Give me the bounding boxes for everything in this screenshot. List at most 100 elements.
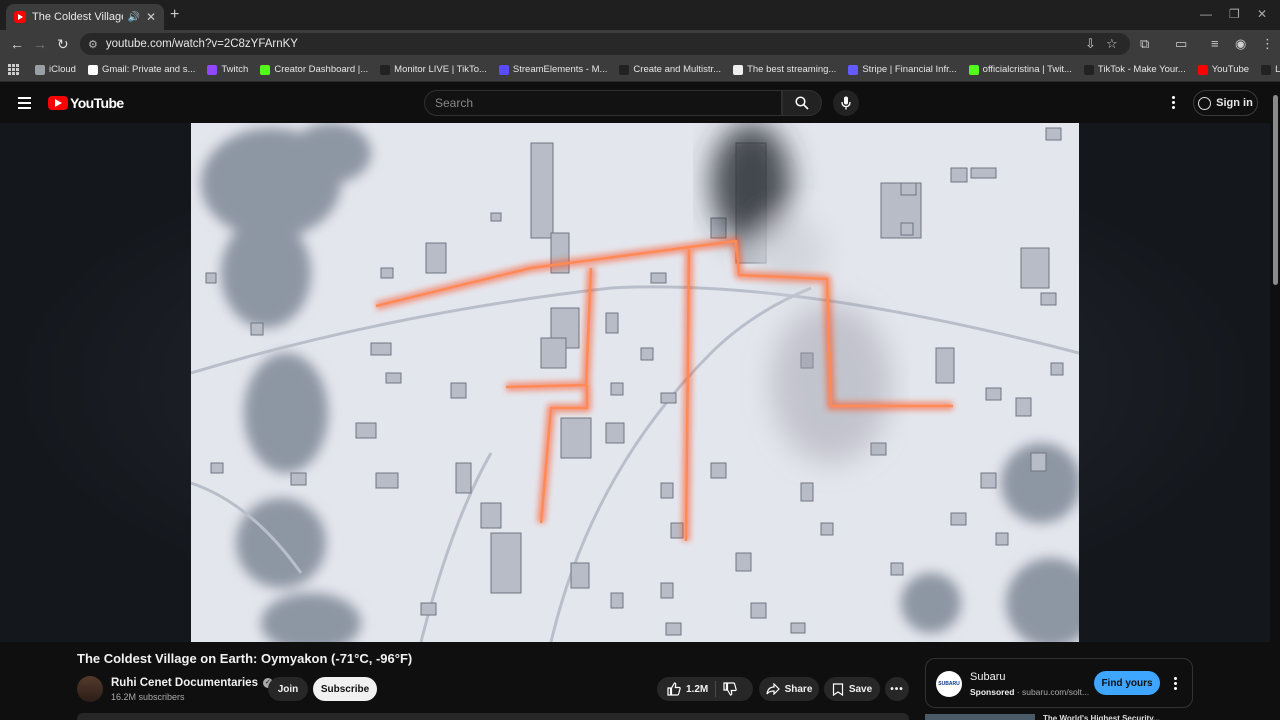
house-roof [205, 272, 217, 284]
house-roof [650, 272, 667, 284]
forward-icon[interactable]: → [33, 36, 47, 52]
reload-icon[interactable]: ↻ [57, 36, 69, 53]
back-icon[interactable]: ← [10, 36, 24, 52]
house-roof [560, 417, 592, 459]
advertiser-domain: · subaru.com/solt... [1016, 687, 1090, 697]
bookmark-item[interactable]: Create and Multistr... [619, 64, 721, 75]
search-button[interactable] [782, 90, 822, 116]
bookmarks-bar: iCloud Gmail: Private and s... Twitch Creat… [0, 58, 1280, 82]
sponsored-ad-card[interactable]: SUBARU Subaru Sponsored · subaru.com/sol… [925, 658, 1193, 708]
house-roof [385, 372, 402, 384]
channel-avatar[interactable] [77, 676, 103, 702]
bookmark-label: TikTok - Make Your... [1097, 64, 1186, 75]
youtube-favicon-icon [14, 11, 26, 23]
share-label: Share [784, 683, 813, 695]
ad-menu-kebab-icon[interactable] [1174, 677, 1177, 692]
bookmark-star-icon[interactable]: ☆ [1106, 36, 1118, 52]
house-roof [420, 602, 437, 616]
description-box[interactable] [77, 713, 909, 720]
bookmark-label: Stripe | Financial Infr... [862, 64, 957, 75]
browser-toolbar: ← → ↻ ⚙ youtube.com/watch?v=2C8zYFArnKY … [0, 30, 1280, 58]
like-divider [715, 681, 716, 697]
save-button[interactable]: Save [824, 677, 880, 701]
channel-name[interactable]: Ruhi Cenet Documentaries [111, 677, 258, 689]
subscriber-count: 16.2M subscribers [111, 692, 185, 702]
youtube-wordmark: YouTube [70, 95, 124, 111]
sign-in-button[interactable]: Sign in [1193, 90, 1258, 116]
save-label: Save [848, 683, 873, 695]
page-scrollbar[interactable] [1270, 83, 1280, 720]
apps-grid-icon[interactable] [8, 63, 19, 76]
video-player[interactable] [0, 123, 1270, 642]
bookmark-item[interactable]: YouTube [1197, 64, 1249, 75]
bookmark-item[interactable]: TikTok - Make Your... [1083, 64, 1186, 75]
join-button[interactable]: Join [268, 677, 308, 701]
side-panel-icon[interactable]: ▭ [1175, 36, 1187, 52]
up-next-title[interactable]: The World's Highest Security... [1043, 714, 1160, 720]
extensions-icon[interactable]: ⧉ [1140, 36, 1149, 52]
house-roof [900, 182, 917, 196]
house-roof [450, 382, 467, 399]
bookmark-item[interactable]: Stripe | Financial Infr... [848, 64, 957, 75]
house-roof [480, 502, 502, 529]
house-roof [490, 532, 522, 594]
house-roof [950, 167, 968, 183]
bookmark-label: StreamElements - M... [512, 64, 608, 75]
scrollbar-thumb[interactable] [1273, 95, 1278, 285]
window-close-icon[interactable]: ✕ [1257, 7, 1267, 21]
sponsored-line: Sponsored · subaru.com/solt... [970, 687, 1089, 697]
guide-menu-icon[interactable] [18, 97, 31, 112]
sponsored-label: Sponsored [970, 687, 1015, 697]
media-controls-icon[interactable]: ≡ [1211, 36, 1219, 51]
install-icon[interactable]: ⇩ [1085, 36, 1096, 52]
bookmark-favicon-icon [1197, 64, 1208, 75]
like-button[interactable]: 1.2M [657, 677, 753, 701]
find-yours-button[interactable]: Find yours [1094, 671, 1160, 695]
minimize-icon[interactable]: — [1200, 7, 1212, 21]
bookmark-favicon-icon [733, 64, 744, 75]
speaker-icon[interactable]: 🔊 [127, 12, 139, 23]
share-button[interactable]: Share [759, 677, 819, 701]
site-info-icon[interactable]: ⚙ [88, 38, 98, 51]
house-roof [290, 472, 307, 486]
house-roof [890, 562, 904, 576]
subscribe-button[interactable]: Subscribe [313, 677, 377, 701]
bookmark-favicon-icon [619, 64, 630, 75]
search-input[interactable]: Search [424, 90, 782, 116]
bookmark-item[interactable]: Gmail: Private and s... [87, 64, 195, 75]
up-next-thumbnail[interactable] [925, 714, 1035, 720]
voice-search-button[interactable] [833, 90, 859, 116]
bookmark-item[interactable]: Monitor LIVE | TikTo... [380, 64, 487, 75]
search-icon [795, 96, 809, 110]
advertiser-name: Subaru [970, 671, 1006, 683]
url-text: youtube.com/watch?v=2C8zYFArnKY [105, 38, 298, 50]
thumbs-down-icon[interactable] [723, 682, 737, 696]
house-roof [660, 392, 677, 404]
browser-tab-strip: The Coldest Village on Earth 🔊 ✕ + — ❐ ✕ [0, 0, 1280, 30]
more-actions-button[interactable]: ••• [885, 677, 909, 701]
video-title: The Coldest Village on Earth: Oymyakon (… [77, 651, 413, 666]
bookmark-item[interactable]: Creator Dashboard |... [260, 64, 368, 75]
bookmark-item[interactable]: officialcristina | Twit... [968, 64, 1072, 75]
address-bar[interactable]: ⚙ youtube.com/watch?v=2C8zYFArnKY [80, 33, 1130, 55]
bookmark-item[interactable]: iCloud [35, 64, 76, 75]
restore-icon[interactable]: ❐ [1229, 7, 1240, 21]
browser-tab[interactable]: The Coldest Village on Earth 🔊 ✕ [6, 4, 164, 30]
channel-name-row[interactable]: Ruhi Cenet Documentaries ✓ [111, 677, 273, 689]
profile-icon[interactable]: ◉ [1235, 36, 1246, 52]
bookmark-item[interactable]: Twitch [207, 64, 248, 75]
settings-kebab-icon[interactable] [1172, 96, 1176, 111]
close-tab-icon[interactable]: ✕ [146, 10, 156, 24]
youtube-logo[interactable]: YouTube [48, 95, 124, 111]
bookmark-item[interactable]: The best streaming... [733, 64, 836, 75]
bookmark-item[interactable]: LIVE Center [1261, 64, 1280, 75]
chrome-menu-icon[interactable]: ⋮ [1261, 36, 1274, 52]
house-roof [900, 222, 914, 236]
bookmark-item[interactable]: StreamElements - M... [498, 64, 608, 75]
house-roof [735, 552, 752, 572]
house-roof [1050, 362, 1064, 376]
house-roof [1040, 292, 1057, 306]
new-tab-button[interactable]: + [170, 6, 179, 24]
video-frame[interactable] [191, 123, 1079, 642]
microphone-icon [841, 96, 851, 110]
